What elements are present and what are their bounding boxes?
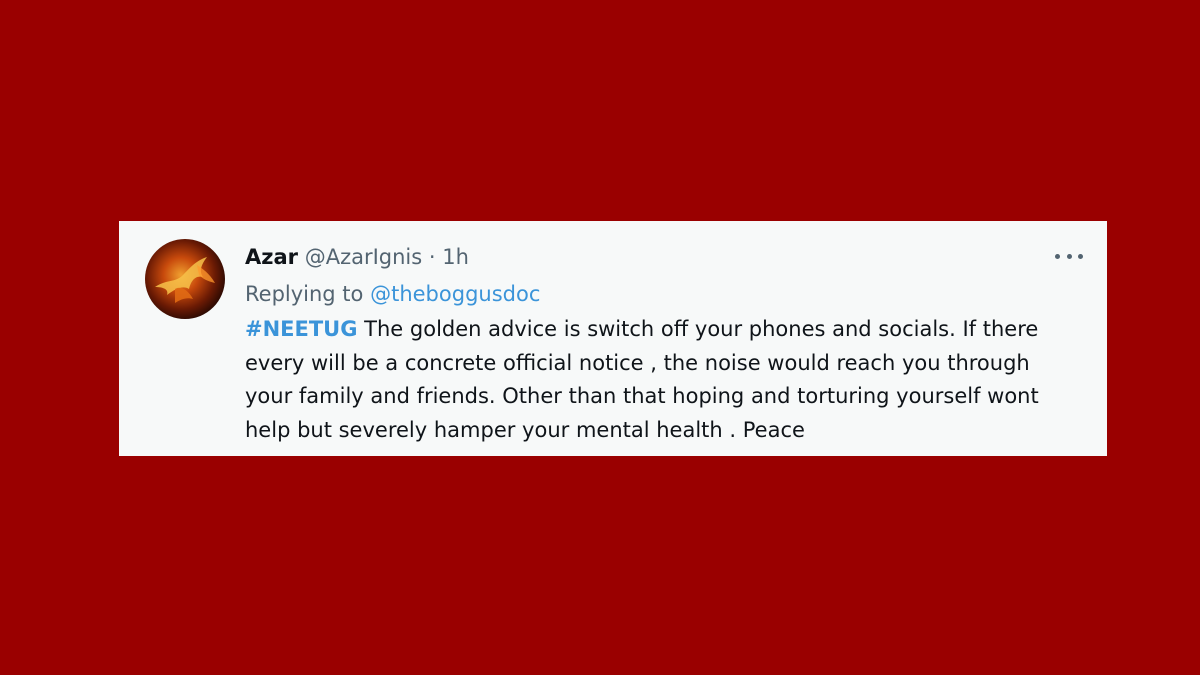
reply-handle-link[interactable]: @theboggusdoc [370,282,540,306]
tweet-text-line-2: every will be a concrete official notice… [245,350,1030,375]
avatar[interactable] [145,239,225,319]
tweet-card[interactable]: Azar @AzarIgnis · 1h Replying to @thebog… [119,221,1107,456]
tweet-text-line-3: your family and friends. Other than that… [245,384,1039,408]
more-horizontal-icon [1055,253,1060,259]
tweet-text-line-1: The golden advice is switch off your pho… [357,317,1039,341]
display-name[interactable]: Azar [245,245,298,269]
replying-prefix: Replying to [245,282,364,306]
replying-to: Replying to @theboggusdoc [245,278,1067,310]
more-dot [1066,253,1072,259]
tweet-text: #NEETUG The golden advice is switch off … [245,313,1085,447]
hashtag-link[interactable]: #NEETUG [245,317,357,341]
tweet-header: Azar @AzarIgnis · 1h [245,241,1067,273]
separator-dot: · [428,245,436,269]
more-dot [1078,253,1083,259]
more-options-button[interactable] [1055,247,1083,265]
tweet-content: Azar @AzarIgnis · 1h Replying to @thebog… [245,241,1067,447]
tweet-text-line-4: help but severely hamper your mental hea… [245,417,805,442]
phoenix-icon [155,257,215,303]
user-handle[interactable]: @AzarIgnis [305,245,423,269]
timestamp[interactable]: 1h [442,245,469,269]
